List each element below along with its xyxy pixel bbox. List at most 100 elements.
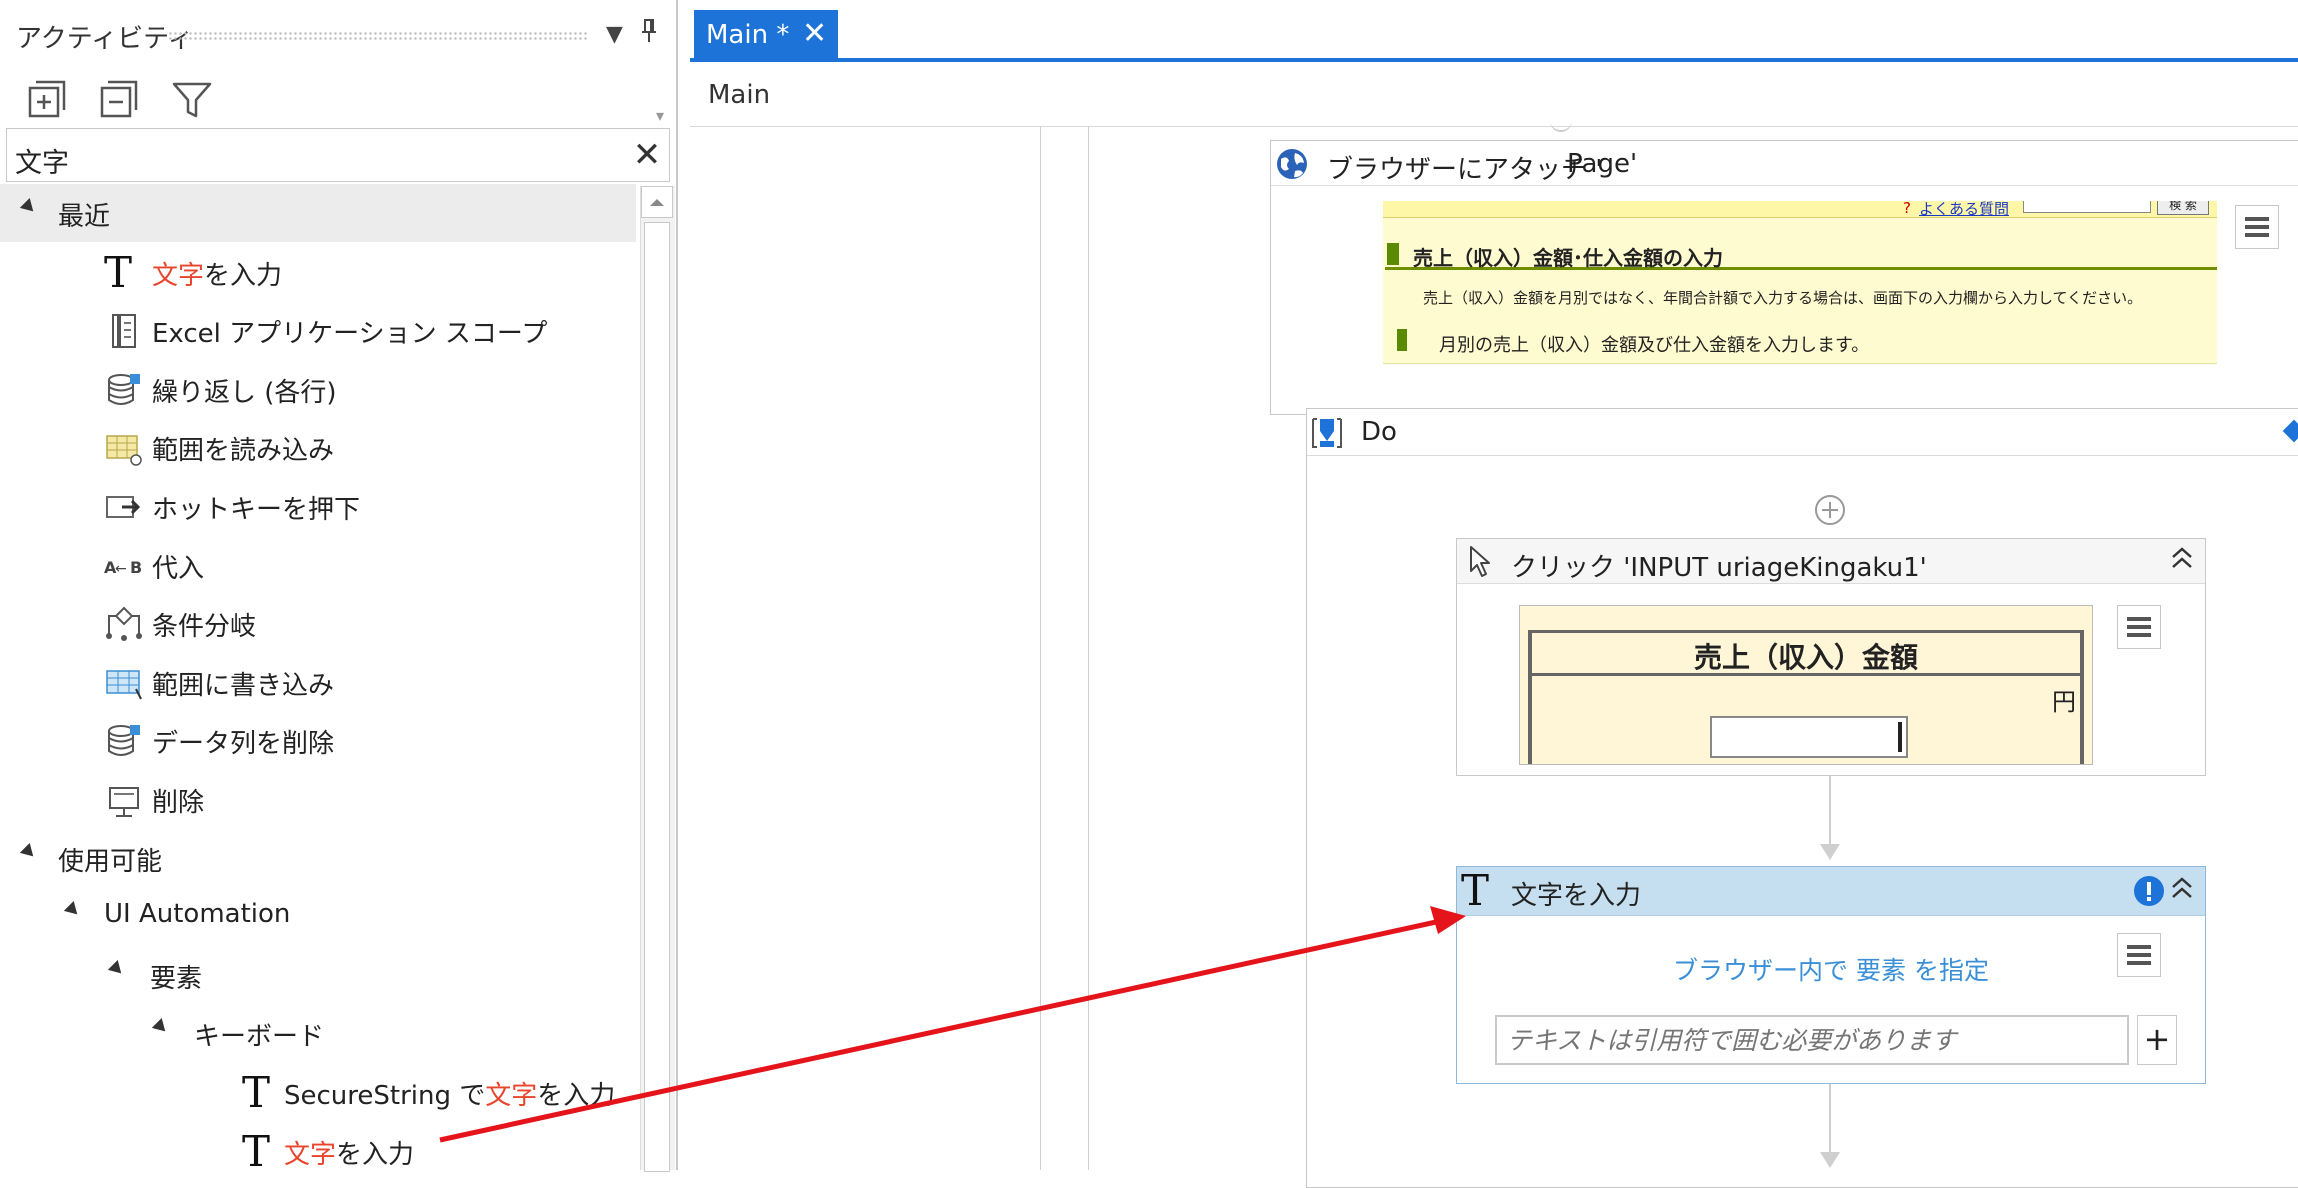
indicate-element-link[interactable]: ブラウザー内で 要素 を指定 <box>1457 951 2205 987</box>
connector-line <box>1829 1084 1831 1156</box>
panel-drag-grip[interactable] <box>168 31 588 41</box>
type-into-icon: T <box>242 1127 271 1171</box>
tree-group-label: キーボード <box>194 1022 325 1052</box>
delete-icon <box>104 780 144 820</box>
tree-scrollbar[interactable] <box>640 186 675 1172</box>
label-text: 代入 <box>152 554 205 584</box>
label-text: を入力 <box>204 261 283 291</box>
tree-item-label: 削除 <box>152 782 204 819</box>
sequence-icon <box>1309 415 1345 455</box>
tab-main[interactable]: Main * ✕ <box>694 10 838 58</box>
label-text: 範囲に書き込み <box>152 671 335 701</box>
faq-link: よくある質問 <box>1919 201 2010 218</box>
tree-activity-item[interactable]: 範囲に書き込み <box>0 653 636 711</box>
do-title: Do <box>1361 417 1397 447</box>
shot-heading: 売上（収入）金額 <box>1693 641 1918 674</box>
tree-group-14[interactable]: キーボード <box>0 1004 636 1062</box>
tree-group-label: 使用可能 <box>58 847 163 877</box>
page-screenshot: ? よくある質問 検 索 売上（収入）金額･仕入金額の入力 売上（収入）金額を月… <box>1383 201 2217 364</box>
write-range-icon <box>104 663 144 703</box>
attach-browser-activity[interactable]: ブラウザーにアタッチ ' Page' ? よくある質問 検 索 売上（収入）金額… <box>1270 140 2298 415</box>
search-match-highlight: 文字 <box>284 1140 337 1170</box>
breadcrumb: Main <box>690 62 2298 127</box>
database-delete-icon <box>104 721 144 761</box>
text-input-field[interactable] <box>1495 1015 2129 1065</box>
tree-activity-item[interactable]: データ列を削除 <box>0 711 636 769</box>
hotkey-icon <box>104 487 144 527</box>
tree-activity-item[interactable]: 繰り返し (各行) <box>0 360 636 418</box>
tree-activity-item[interactable]: T 文字を入力 <box>0 1122 636 1171</box>
add-activity-icon[interactable] <box>1814 494 1846 530</box>
toolbar-overflow-icon[interactable]: ▾ <box>656 106 664 125</box>
tree-activity-item[interactable]: Excel アプリケーション スコープ <box>0 301 636 359</box>
type-into-header[interactable]: T 文字を入力 <box>1457 867 2205 916</box>
cursor-icon <box>1467 545 1495 583</box>
activities-panel: アクティビティ ▼ ▾ 文字 ✕ 最近 T 文字を入力 Excel アプリケーション … <box>0 0 678 1172</box>
expand-triangle-icon[interactable] <box>63 900 83 920</box>
tree-activity-item[interactable]: 削除 <box>0 770 636 828</box>
search-input[interactable]: 文字 <box>15 141 69 180</box>
close-tab-icon[interactable]: ✕ <box>802 16 827 51</box>
validation-error-icon[interactable] <box>2133 875 2165 911</box>
expand-triangle-icon[interactable] <box>107 959 127 979</box>
label-text: を入力 <box>336 1140 415 1170</box>
text-caret <box>1898 722 1902 752</box>
tree-activity-item[interactable]: T SecureString で文字を入力 <box>0 1063 636 1121</box>
activity-search-box[interactable]: 文字 ✕ <box>6 128 670 182</box>
attach-browser-header[interactable]: ブラウザーにアタッチ ' Page' <box>1271 141 2298 186</box>
svg-text:B: B <box>130 558 142 577</box>
tree-activity-item[interactable]: A ← B 代入 <box>0 536 636 594</box>
pin-icon[interactable] <box>640 18 658 51</box>
expand-all-icon[interactable] <box>26 78 70 122</box>
breadcrumb-item-main[interactable]: Main <box>708 80 770 110</box>
collapse-all-icon[interactable] <box>98 78 142 122</box>
tree-group-12[interactable]: UI Automation <box>0 887 636 945</box>
label-text: 条件分岐 <box>152 612 257 642</box>
activity-menu-button[interactable] <box>2117 933 2161 977</box>
connector-arrow <box>1820 844 1840 860</box>
document-tab-strip: Main * ✕ <box>690 0 2298 62</box>
tree-activity-item[interactable]: 条件分岐 <box>0 594 636 652</box>
tree-item-label: 範囲に書き込み <box>152 665 334 702</box>
type-into-activity[interactable]: T 文字を入力 ブラウザー内で 要素 を指定 + <box>1456 866 2206 1084</box>
clear-search-icon[interactable]: ✕ <box>627 131 667 179</box>
connector-arrow <box>1820 1152 1840 1168</box>
panel-dropdown-icon[interactable]: ▼ <box>606 22 623 47</box>
tree-activity-item[interactable]: T 文字を入力 <box>0 243 636 301</box>
tree-group-13[interactable]: 要素 <box>0 946 636 1004</box>
label-text: 繰り返し (各行) <box>152 378 337 408</box>
label-text: 範囲を読み込み <box>152 436 335 466</box>
do-header[interactable]: Do <box>1307 409 2298 456</box>
excel-scope-icon <box>104 311 144 351</box>
scroll-up-button[interactable] <box>641 186 673 218</box>
tree-group-0[interactable]: 最近 <box>0 184 636 242</box>
tree-group-11[interactable]: 使用可能 <box>0 829 636 887</box>
tree-activity-item[interactable]: ホットキーを押下 <box>0 477 636 535</box>
collapse-chevron-icon[interactable] <box>2169 873 2195 912</box>
tree-item-label: 繰り返し (各行) <box>152 372 337 409</box>
activity-menu-button[interactable] <box>2117 605 2161 649</box>
expand-triangle-icon[interactable] <box>19 197 39 217</box>
tree-activity-item[interactable]: 範囲を読み込み <box>0 418 636 476</box>
tree-item-label: 範囲を読み込み <box>152 430 334 467</box>
expand-triangle-icon[interactable] <box>151 1017 171 1037</box>
element-screenshot: 売上（収入）金額 円 <box>1519 605 2093 765</box>
label-text: ホットキーを押下 <box>152 495 361 525</box>
label-text: データ列を削除 <box>152 729 335 759</box>
page-heading: 売上（収入）金額･仕入金額の入力 <box>1413 246 1723 270</box>
activity-menu-button[interactable] <box>2235 205 2279 249</box>
scroll-thumb[interactable] <box>644 222 670 1172</box>
collapse-chevron-icon[interactable] <box>2169 543 2195 582</box>
expand-triangle-icon[interactable] <box>19 842 39 862</box>
click-header[interactable]: クリック 'INPUT uriageKingaku1' <box>1457 539 2205 584</box>
tree-item-label: 代入 <box>152 548 204 585</box>
type-into-icon: T <box>104 248 133 297</box>
click-activity[interactable]: クリック 'INPUT uriageKingaku1' 売上（収入）金額 円 <box>1456 538 2206 776</box>
tree-item-label: データ列を削除 <box>152 723 334 760</box>
shot-border <box>1528 674 1532 764</box>
indicate-element-word[interactable]: 要素 <box>1856 956 1906 985</box>
add-expression-button[interactable]: + <box>2137 1015 2177 1065</box>
shot-header-cell: 売上（収入）金額 <box>1528 630 2084 676</box>
subheading-marker <box>1397 329 1407 351</box>
filter-icon[interactable] <box>170 78 214 122</box>
